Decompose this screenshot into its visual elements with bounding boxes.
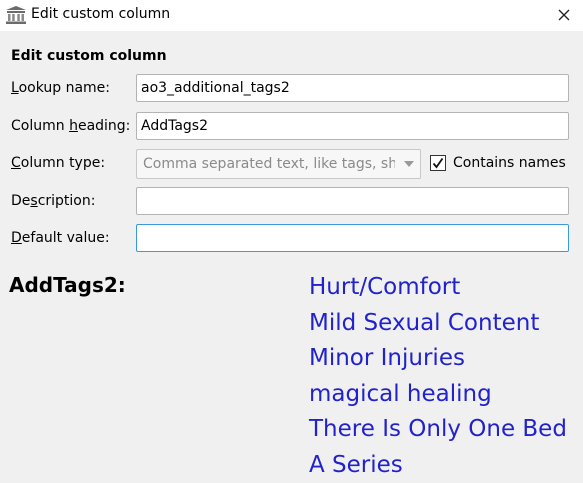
- tag-link[interactable]: magical healing: [309, 377, 567, 413]
- tag-link[interactable]: There Is Only One Bed: [309, 412, 567, 448]
- preview-tag-list: Hurt/Comfort Mild Sexual Content Minor I…: [309, 270, 567, 483]
- contains-names-checkbox[interactable]: [430, 155, 446, 171]
- description-input[interactable]: [136, 187, 569, 215]
- column-type-select[interactable]: Comma separated text, like tags, shown i…: [136, 149, 421, 179]
- chevron-down-icon: [404, 161, 414, 167]
- column-heading-label: Column heading:: [11, 118, 131, 134]
- close-button[interactable]: [551, 4, 577, 26]
- tag-link[interactable]: A Series: [309, 448, 567, 483]
- tag-link[interactable]: Hurt/Comfort: [309, 270, 567, 306]
- preview-heading: AddTags2:: [9, 273, 126, 297]
- checkmark-icon: [432, 157, 444, 169]
- window-title: Edit custom column: [31, 6, 171, 22]
- description-label: Description:: [11, 193, 96, 209]
- default-value-label: Default value:: [11, 230, 110, 246]
- column-type-label: Column type:: [11, 155, 106, 171]
- tag-link[interactable]: Minor Injuries: [309, 341, 567, 377]
- form-heading: Edit custom column: [11, 48, 167, 64]
- title-bar: Edit custom column: [0, 0, 583, 31]
- library-columns-icon: [6, 6, 26, 24]
- close-icon: [558, 9, 570, 21]
- lookup-name-label: Lookup name:: [11, 80, 110, 96]
- column-type-selected: Comma separated text, like tags, shown i…: [143, 156, 395, 172]
- lookup-name-input[interactable]: ao3_additional_tags2: [136, 74, 569, 102]
- contains-names-label[interactable]: Contains names: [453, 155, 566, 171]
- tag-link[interactable]: Mild Sexual Content: [309, 306, 567, 342]
- column-heading-input[interactable]: AddTags2: [136, 112, 569, 140]
- default-value-input[interactable]: [136, 224, 569, 252]
